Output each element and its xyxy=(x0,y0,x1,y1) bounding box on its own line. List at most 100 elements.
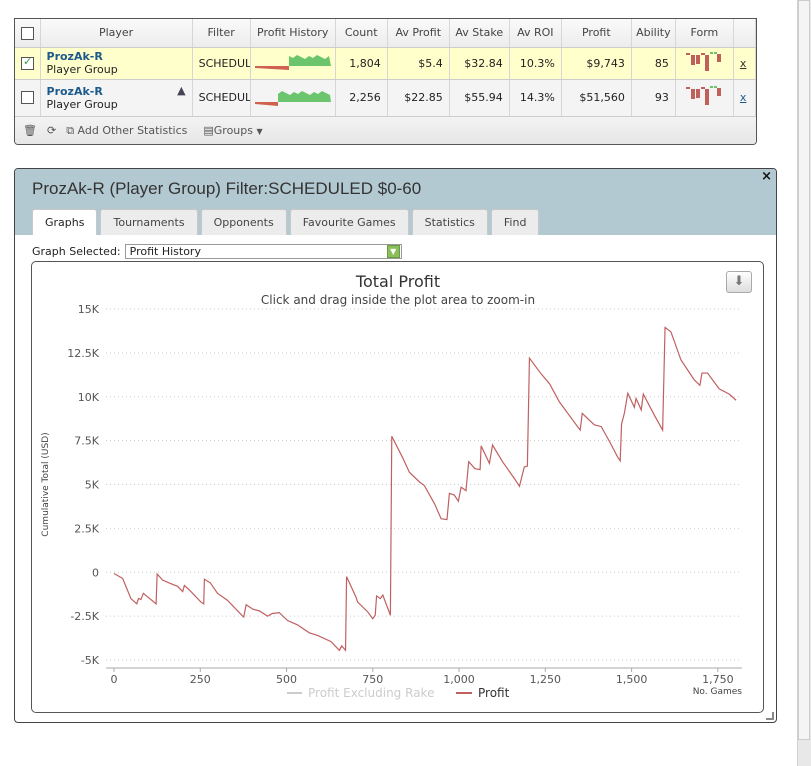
y-tick-label: 5K xyxy=(85,479,100,492)
y-tick-label: 7.5K xyxy=(74,435,99,448)
x-tick-label: 750 xyxy=(362,673,383,686)
panel-title: ProzAk-R (Player Group) Filter:SCHEDULED… xyxy=(32,179,422,198)
page-scrollbar[interactable] xyxy=(797,0,811,766)
add-other-statistics-button[interactable]: ⧉ Add Other Statistics xyxy=(66,124,187,138)
form-chart xyxy=(675,79,734,117)
graph-selector: Graph Selected: Profit History ▼ xyxy=(32,244,402,259)
remove-row-link[interactable]: x xyxy=(740,91,747,104)
remove-cell: x xyxy=(733,47,756,80)
chart-container[interactable]: Total Profit Click and drag inside the pl… xyxy=(31,261,764,713)
form-bar xyxy=(713,86,717,88)
form-bar xyxy=(695,89,700,98)
grid-footer-toolbar: 🗑 ⟳ ⧉ Add Other Statistics ▤Groups ▼ xyxy=(15,116,756,144)
add-stats-icon: ⧉ xyxy=(66,123,75,137)
table-row[interactable]: ProzAk-RPlayer Group ▲ SCHEDULED 2,256 $2… xyxy=(15,79,756,117)
y-axis-title: Cumulative Total (USD) xyxy=(41,432,51,536)
profit-chart[interactable]: Total Profit Click and drag inside the pl… xyxy=(32,262,763,712)
select-all-checkbox[interactable] xyxy=(20,26,34,40)
row-select-cell[interactable] xyxy=(15,79,41,117)
form-bar xyxy=(709,51,713,54)
player-type: Player Group xyxy=(46,97,118,111)
column-header-ability[interactable]: Ability xyxy=(631,19,676,48)
ability-cell: 85 xyxy=(631,47,676,80)
column-header-count[interactable]: Count xyxy=(335,19,388,48)
remove-row-link[interactable]: x xyxy=(740,57,747,70)
player-cell: ProzAk-R Player Group xyxy=(40,47,193,80)
x-tick-label: 1,500 xyxy=(616,673,648,686)
tab-favourite-games[interactable]: Favourite Games xyxy=(289,209,409,235)
download-icon[interactable]: ⬇ xyxy=(726,271,752,293)
tab-graphs[interactable]: Graphs xyxy=(32,209,98,235)
form-bar xyxy=(716,53,721,62)
y-tick-label: -5K xyxy=(81,654,100,667)
column-header-av-roi[interactable]: Av ROI xyxy=(509,19,562,48)
form-bar xyxy=(704,54,709,71)
x-tick-label: 1,000 xyxy=(443,673,475,686)
add-stats-label: Add Other Statistics xyxy=(77,123,188,137)
count-cell: 1,804 xyxy=(335,47,388,80)
form-bar xyxy=(685,52,690,55)
filter-cell: SCHEDULED xyxy=(192,79,251,117)
x-tick-label: 1,750 xyxy=(702,673,734,686)
graph-select-value: Profit History xyxy=(129,245,201,258)
panel-tabs: Graphs Tournaments Opponents Favourite G… xyxy=(32,209,540,235)
tab-opponents[interactable]: Opponents xyxy=(200,209,287,235)
select-all-header[interactable] xyxy=(15,19,41,48)
column-header-form[interactable]: Form xyxy=(675,19,734,48)
form-bar xyxy=(713,51,717,54)
av-roi-cell: 14.3% xyxy=(509,79,562,117)
form-bar xyxy=(695,54,700,64)
chart-title: Total Profit xyxy=(355,272,440,291)
row-checkbox[interactable] xyxy=(21,55,34,70)
column-header-av-stake[interactable]: Av Stake xyxy=(449,19,510,48)
av-profit-cell: $5.4 xyxy=(387,47,450,80)
profit-cell: $51,560 xyxy=(561,79,632,117)
y-tick-label: -2.5K xyxy=(70,610,99,623)
column-header-profit-history[interactable]: Profit History xyxy=(250,19,336,48)
chevron-down-icon: ▼ xyxy=(256,127,263,136)
column-header-remove xyxy=(733,19,756,48)
tab-tournaments[interactable]: Tournaments xyxy=(100,209,198,235)
refresh-icon[interactable]: ⟳ xyxy=(47,124,56,137)
form-bar xyxy=(709,86,713,88)
filter-cell: SCHEDULED xyxy=(192,47,251,80)
profit-history-sparkline xyxy=(250,79,336,117)
player-name-link[interactable]: ProzAk-R xyxy=(47,50,186,63)
av-roi-cell: 10.3% xyxy=(509,47,562,80)
chart-subtitle: Click and drag inside the plot area to z… xyxy=(261,293,535,307)
scrollbar-thumb[interactable] xyxy=(798,0,810,740)
panel-header: ProzAk-R (Player Group) Filter:SCHEDULED… xyxy=(15,169,776,235)
tab-find[interactable]: Find xyxy=(490,209,540,235)
av-stake-cell: $55.94 xyxy=(449,79,510,117)
close-icon[interactable]: × xyxy=(761,169,772,184)
form-bar xyxy=(685,87,690,89)
graph-select[interactable]: Profit History ▼ xyxy=(124,244,402,259)
shark-icon: ▲ xyxy=(177,83,186,97)
trash-icon[interactable]: 🗑 xyxy=(23,124,37,137)
column-header-filter[interactable]: Filter xyxy=(192,19,251,48)
row-checkbox[interactable] xyxy=(21,91,34,105)
player-type: Player Group xyxy=(46,63,118,76)
row-select-cell[interactable] xyxy=(15,47,41,80)
groups-button[interactable]: ▤Groups ▼ xyxy=(203,124,262,137)
legend-profit-label: Profit xyxy=(478,686,510,700)
table-row[interactable]: ProzAk-RPlayer Group SCHEDULED 1,804 $5.… xyxy=(15,47,756,80)
y-tick-label: 15K xyxy=(78,303,100,316)
column-header-av-profit[interactable]: Av Profit xyxy=(387,19,450,48)
tab-statistics[interactable]: Statistics xyxy=(411,209,488,235)
column-header-profit[interactable]: Profit xyxy=(561,19,632,48)
profit-cell: $9,743 xyxy=(561,47,632,80)
sparkline-positive xyxy=(277,91,331,102)
resize-handle[interactable] xyxy=(766,712,774,720)
sparkline-positive xyxy=(288,54,331,66)
y-tick-label: 10K xyxy=(78,391,100,404)
x-axis-title: No. Games xyxy=(693,687,743,697)
form-bar xyxy=(700,52,705,55)
column-header-player[interactable]: Player xyxy=(40,19,193,48)
player-name-link[interactable]: ProzAk-R xyxy=(47,85,186,98)
remove-cell: x xyxy=(733,79,756,117)
profit-series-line xyxy=(113,326,737,652)
chevron-down-icon[interactable]: ▼ xyxy=(386,245,400,258)
y-tick-label: 2.5K xyxy=(74,522,99,535)
groups-label: Groups xyxy=(213,124,253,137)
